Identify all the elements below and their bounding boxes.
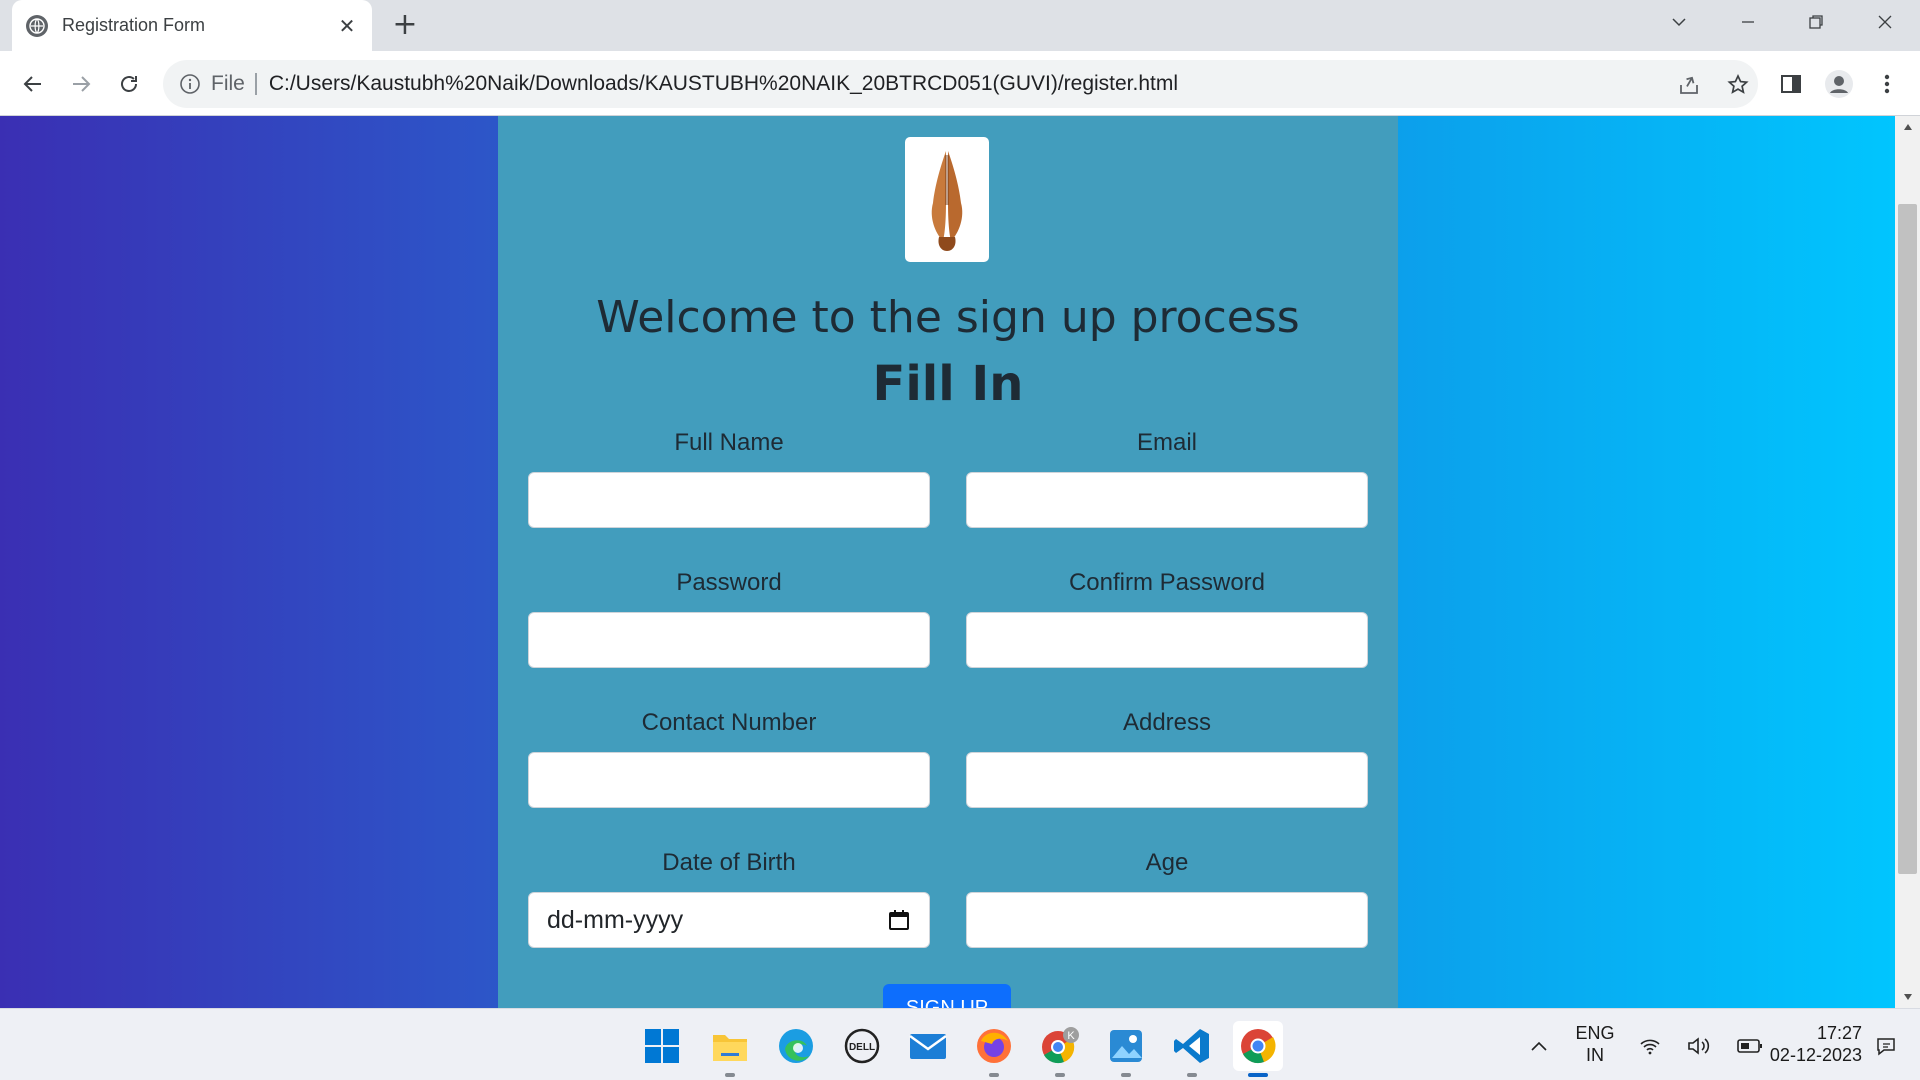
chrome-profile-icon[interactable]: K xyxy=(1035,1021,1085,1077)
email-input[interactable] xyxy=(966,472,1368,528)
svg-text:DELL: DELL xyxy=(849,1042,875,1053)
share-icon[interactable] xyxy=(1676,72,1702,98)
address-label: Address xyxy=(1122,709,1212,736)
scrollbar-thumb[interactable] xyxy=(1898,204,1917,874)
edge-icon[interactable] xyxy=(771,1021,821,1071)
profile-avatar-icon[interactable] xyxy=(1822,67,1856,101)
contact-number-input[interactable] xyxy=(528,752,930,808)
reload-icon[interactable] xyxy=(112,67,146,101)
menu-kebab-icon[interactable] xyxy=(1870,67,1904,101)
scroll-down-arrow-icon[interactable] xyxy=(1895,986,1920,1008)
tab-close-icon[interactable]: ✕ xyxy=(336,14,358,38)
browser-tab[interactable]: Registration Form ✕ xyxy=(12,0,372,51)
page-subtitle: Fill In xyxy=(872,356,1024,412)
minimize-icon[interactable] xyxy=(1718,0,1778,44)
address-input[interactable] xyxy=(966,752,1368,808)
scroll-up-arrow-icon[interactable] xyxy=(1895,116,1920,138)
page-title: Welcome to the sign up process xyxy=(596,292,1300,343)
confirm-password-input[interactable] xyxy=(966,612,1368,668)
chrome-icon[interactable] xyxy=(1233,1021,1283,1077)
show-hidden-icons-chevron-icon[interactable] xyxy=(1514,1021,1564,1071)
bookmark-star-icon[interactable] xyxy=(1725,72,1751,98)
vscode-icon[interactable] xyxy=(1167,1021,1217,1077)
firefox-icon[interactable] xyxy=(969,1021,1019,1077)
windows-taskbar: DELL K ENG IN 17:27 02-12-2023 xyxy=(0,1008,1920,1080)
file-explorer-icon[interactable] xyxy=(705,1021,755,1077)
sign-up-button[interactable]: SIGN UP xyxy=(883,984,1011,1008)
age-label: Age xyxy=(1145,849,1189,876)
praying-hands-icon xyxy=(931,150,963,251)
globe-icon xyxy=(26,14,48,37)
full-name-label: Full Name xyxy=(674,429,784,456)
back-arrow-icon[interactable] xyxy=(16,67,50,101)
age-input[interactable] xyxy=(966,892,1368,948)
wifi-icon xyxy=(1640,1039,1660,1055)
windows-start-icon[interactable] xyxy=(637,1021,687,1071)
clock-date: 02-12-2023 xyxy=(1769,1045,1862,1065)
forward-arrow-icon[interactable] xyxy=(64,67,98,101)
full-name-input[interactable] xyxy=(528,472,930,528)
password-label: Password xyxy=(676,569,782,596)
notifications-icon[interactable] xyxy=(1866,1021,1906,1071)
tab-title: Registration Form xyxy=(62,15,206,35)
calendar-icon[interactable] xyxy=(887,908,911,932)
clock[interactable]: 17:27 02-12-2023 xyxy=(1752,1022,1862,1066)
date-of-birth-label: Date of Birth xyxy=(662,849,796,876)
page-scrollbar[interactable] xyxy=(1895,116,1920,1008)
restore-icon[interactable] xyxy=(1786,0,1846,44)
dell-icon[interactable]: DELL xyxy=(837,1021,887,1071)
chrome-profile-badge: K xyxy=(1067,1030,1075,1042)
address-bar[interactable]: File C:/Users/Kaustubh%20Naik/Downloads/… xyxy=(163,60,1758,108)
volume-icon xyxy=(1688,1037,1710,1055)
photos-icon[interactable] xyxy=(1101,1021,1151,1077)
date-of-birth-input[interactable]: dd-mm-yyyy xyxy=(528,892,930,948)
email-label: Email xyxy=(1136,429,1197,456)
info-icon[interactable] xyxy=(179,73,201,95)
namaste-logo xyxy=(905,137,989,262)
mail-icon[interactable] xyxy=(903,1021,953,1071)
registration-card: Welcome to the sign up process Fill In F… xyxy=(498,116,1398,1008)
clock-time: 17:27 xyxy=(1816,1023,1862,1043)
language-indicator[interactable]: ENG IN xyxy=(1570,1022,1620,1066)
side-panel-icon[interactable] xyxy=(1774,67,1808,101)
new-tab-button[interactable]: + xyxy=(390,10,420,41)
password-input[interactable] xyxy=(528,612,930,668)
contact-number-label: Contact Number xyxy=(641,709,817,736)
date-placeholder: dd-mm-yyyy xyxy=(547,905,684,934)
url-text[interactable]: C:/Users/Kaustubh%20Naik/Downloads/KAUST… xyxy=(269,72,1758,96)
tab-search-chevron-icon[interactable] xyxy=(1649,0,1709,44)
tab-strip: Registration Form ✕ + xyxy=(0,0,1920,51)
browser-toolbar: File C:/Users/Kaustubh%20Naik/Downloads/… xyxy=(0,51,1920,116)
confirm-password-label: Confirm Password xyxy=(1068,569,1266,596)
close-window-icon[interactable] xyxy=(1855,0,1915,44)
page-viewport: Welcome to the sign up process Fill In F… xyxy=(0,116,1920,1008)
url-scheme: File xyxy=(211,73,257,95)
